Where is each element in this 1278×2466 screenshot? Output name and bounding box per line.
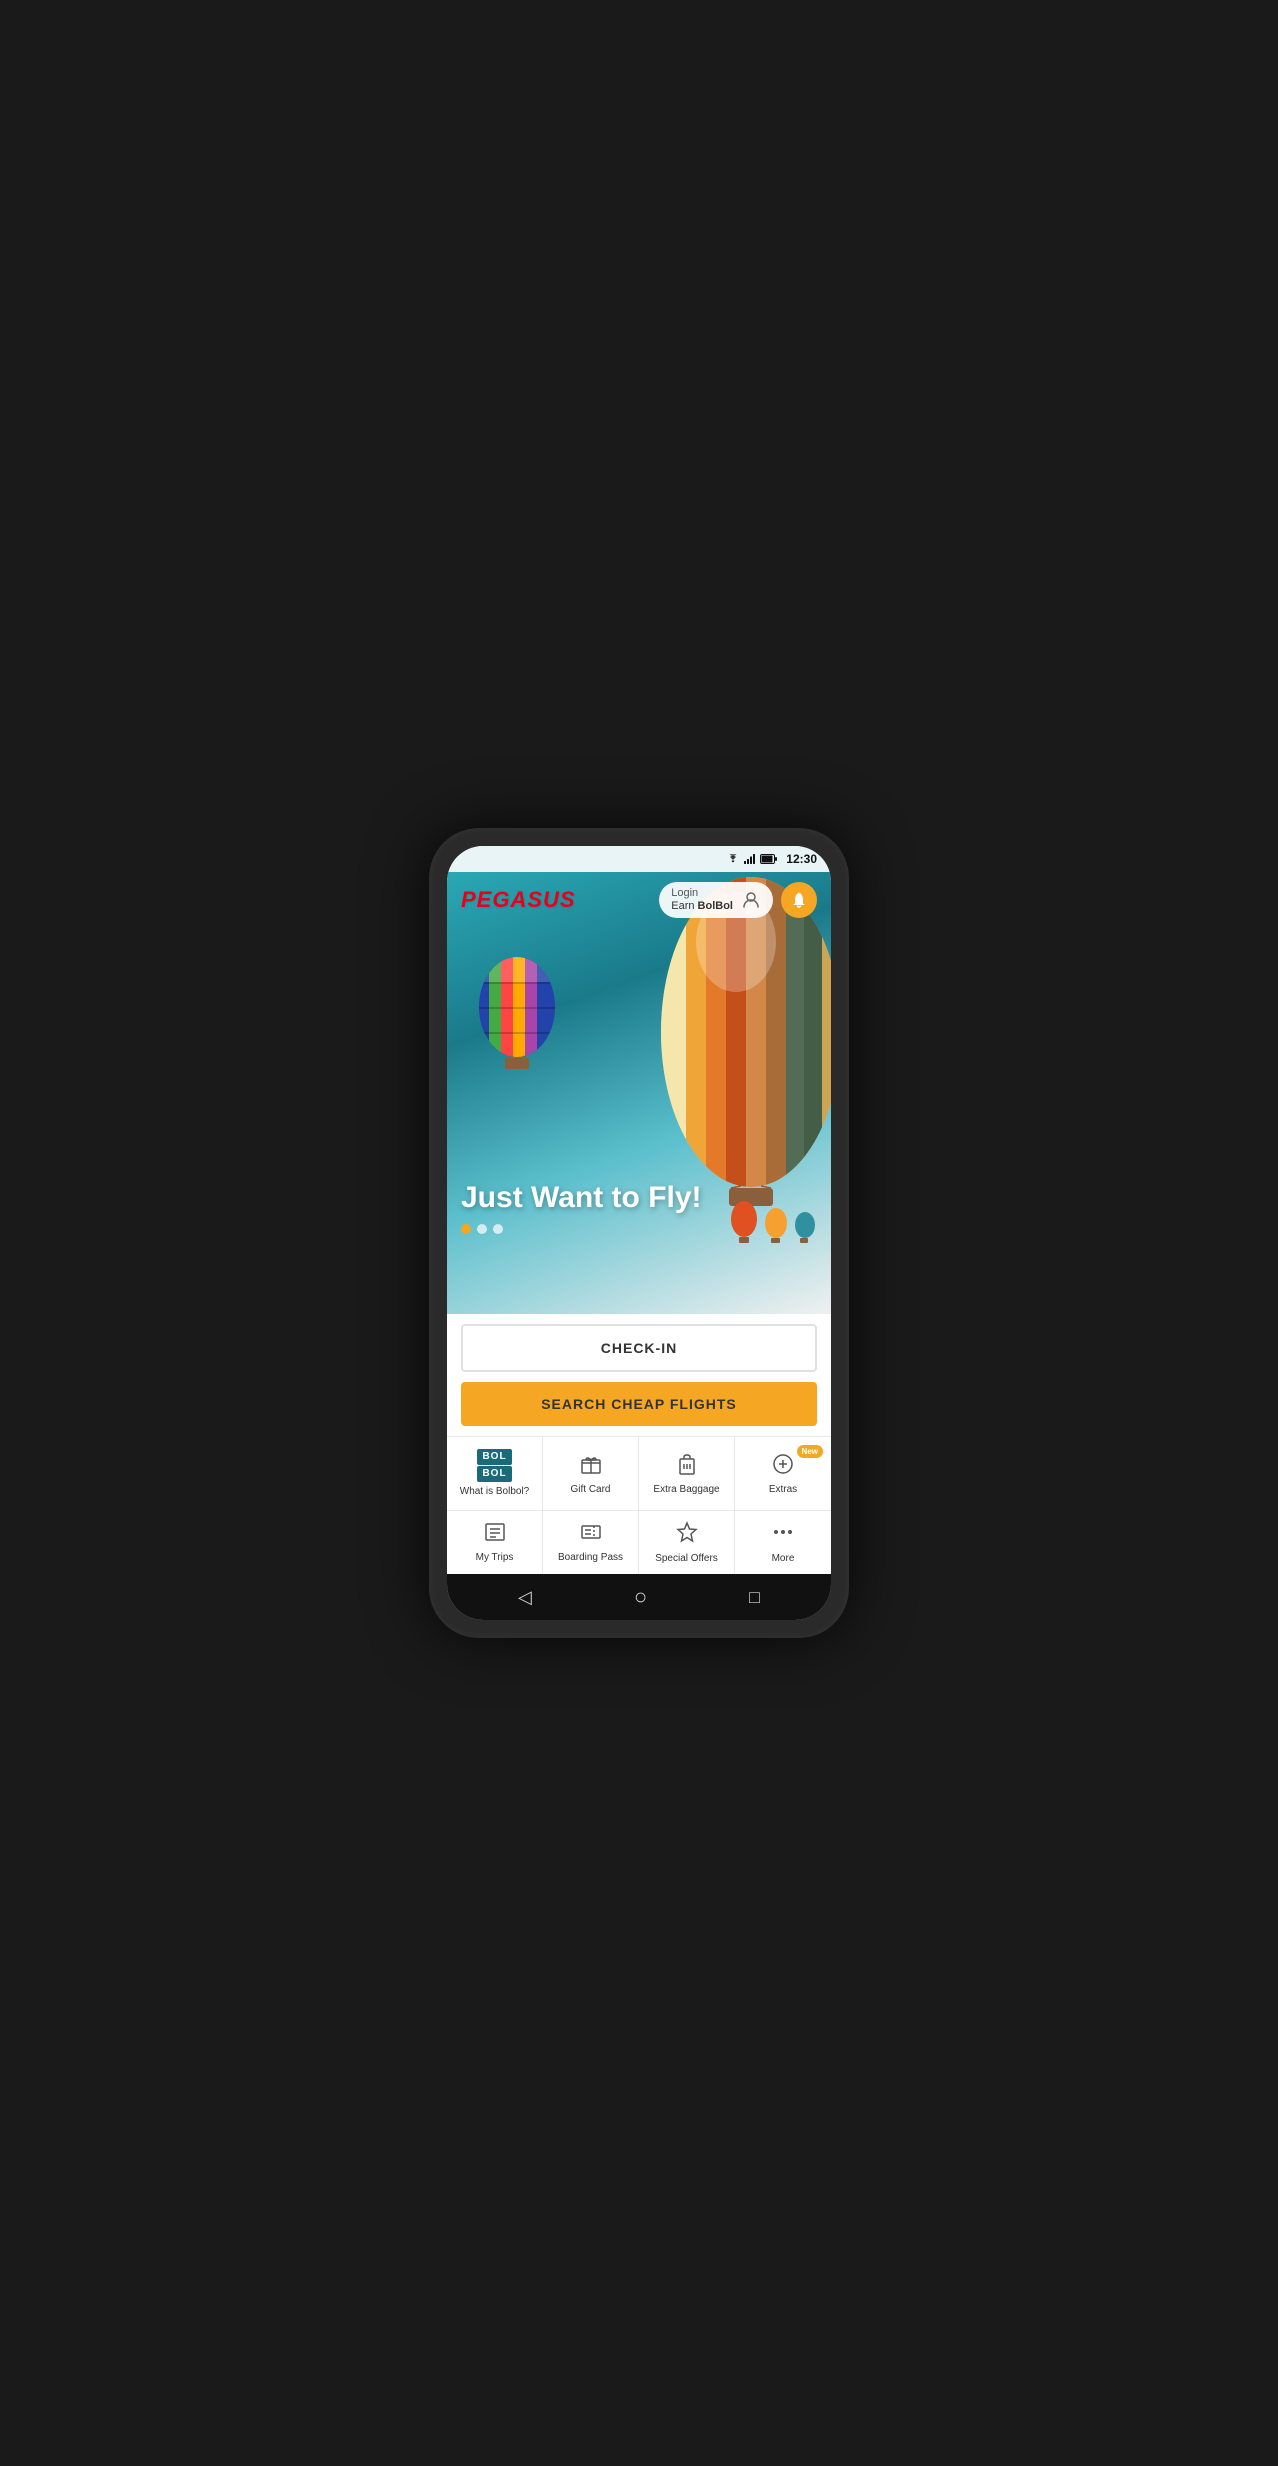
battery-icon: [760, 854, 778, 864]
wifi-icon: [726, 854, 740, 864]
new-badge: New: [797, 1445, 823, 1458]
header-right: Login Earn BolBol: [659, 882, 817, 918]
bottom-item-more[interactable]: More: [735, 1511, 831, 1574]
notifications-button[interactable]: [781, 882, 817, 918]
hero-title: Just Want to Fly!: [461, 1181, 702, 1214]
grid-item-giftcard[interactable]: Gift Card: [543, 1437, 639, 1510]
bell-icon: [790, 891, 808, 909]
buttons-section: CHECK-IN SEARCH CHEAP FLIGHTS: [447, 1314, 831, 1436]
status-icons: 12:30: [726, 852, 817, 866]
home-button[interactable]: ○: [634, 1584, 647, 1610]
pegasus-logo: PEGASUS: [461, 887, 576, 913]
login-label: Login: [671, 887, 733, 900]
grid-menu: BOL BOL What is Bolbol? Gift Card: [447, 1436, 831, 1510]
more-label: More: [772, 1553, 795, 1564]
offers-icon: [676, 1521, 698, 1549]
small-balloon-svg: [477, 952, 557, 1072]
dot-3: [493, 1224, 503, 1234]
search-flights-button[interactable]: SEARCH CHEAP FLIGHTS: [461, 1382, 817, 1426]
hero-background: [447, 872, 831, 1314]
recents-button[interactable]: □: [749, 1587, 760, 1608]
small-balloon: [477, 952, 557, 1077]
bg-balloons: [730, 1199, 816, 1244]
main-balloon: [661, 872, 831, 1314]
giftcard-label: Gift Card: [570, 1484, 610, 1496]
login-text: Login Earn BolBol: [671, 887, 733, 913]
phone-frame: 12:30: [429, 828, 849, 1638]
mytrips-label: My Trips: [476, 1552, 514, 1563]
extras-icon: [771, 1452, 795, 1480]
boarding-label: Boarding Pass: [558, 1552, 623, 1563]
boarding-icon: [580, 1522, 602, 1548]
baggage-label: Extra Baggage: [653, 1484, 719, 1496]
gift-icon: [579, 1452, 603, 1480]
back-button[interactable]: ◁: [518, 1587, 532, 1608]
extras-label: Extras: [769, 1484, 797, 1496]
phone-screen: 12:30: [447, 846, 831, 1620]
offers-label: Special Offers: [655, 1553, 718, 1564]
android-nav: ◁ ○ □: [447, 1574, 831, 1620]
hero-header: PEGASUS Login Earn BolBol: [447, 872, 831, 928]
baggage-icon: [675, 1452, 699, 1480]
hero-text: Just Want to Fly!: [461, 1181, 702, 1234]
checkin-button[interactable]: CHECK-IN: [461, 1324, 817, 1372]
status-time: 12:30: [786, 852, 817, 866]
more-icon: [772, 1521, 794, 1549]
person-icon: [741, 890, 761, 910]
mytrips-icon: [484, 1522, 506, 1548]
status-bar: 12:30: [447, 846, 831, 872]
grid-item-extras[interactable]: New Extras: [735, 1437, 831, 1510]
bottom-item-mytrips[interactable]: My Trips: [447, 1511, 543, 1574]
signal-icon: [744, 854, 756, 864]
grid-item-bolbol[interactable]: BOL BOL What is Bolbol?: [447, 1437, 543, 1510]
dot-2: [477, 1224, 487, 1234]
earn-bolbol-text: Earn BolBol: [671, 900, 733, 913]
tiny-balloon-3: [794, 1210, 816, 1244]
dot-1: [461, 1224, 471, 1234]
bottom-item-offers[interactable]: Special Offers: [639, 1511, 735, 1574]
carousel-dots: [461, 1224, 702, 1234]
tiny-balloon-2: [764, 1206, 788, 1244]
bolbol-icon: BOL BOL: [477, 1449, 511, 1482]
bolbol-label: What is Bolbol?: [460, 1486, 529, 1498]
login-pill[interactable]: Login Earn BolBol: [659, 882, 773, 918]
hero-section: PEGASUS Login Earn BolBol: [447, 872, 831, 1314]
bottom-row: My Trips Boarding Pass: [447, 1510, 831, 1574]
tiny-balloon-1: [730, 1199, 758, 1244]
bottom-item-boarding[interactable]: Boarding Pass: [543, 1511, 639, 1574]
grid-item-baggage[interactable]: Extra Baggage: [639, 1437, 735, 1510]
